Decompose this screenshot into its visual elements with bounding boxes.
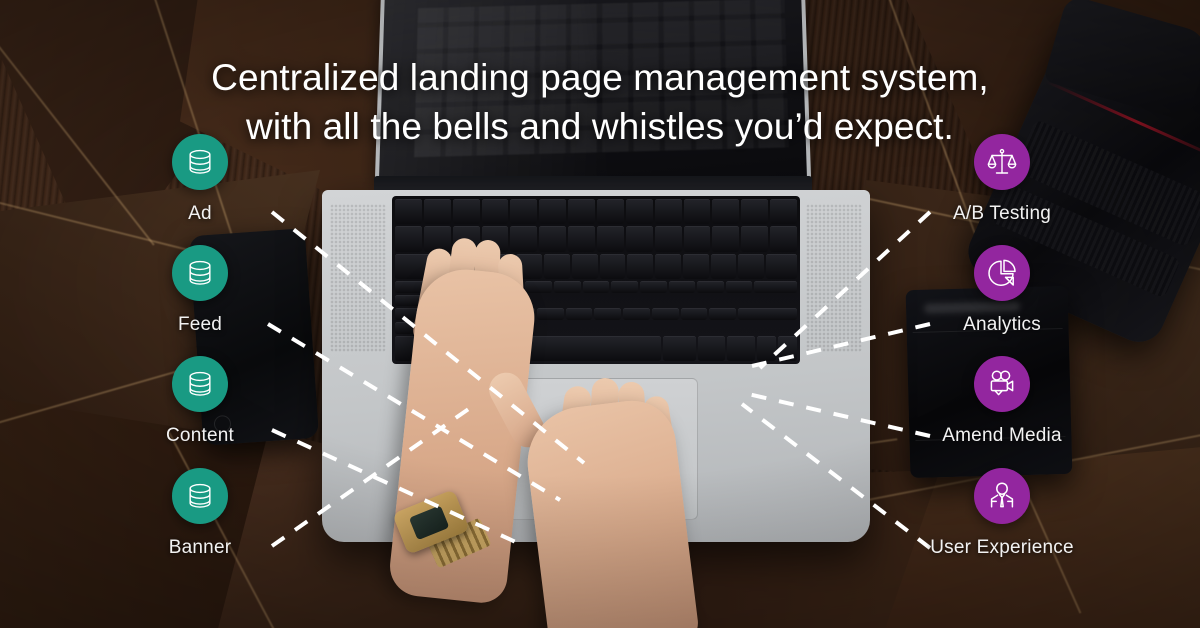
keyboard-key[interactable]	[654, 199, 682, 225]
keyboard-key[interactable]	[539, 199, 567, 225]
feature-node-amend-media[interactable]: Amend Media	[912, 356, 1092, 447]
keyboard-key[interactable]	[766, 253, 797, 279]
keyboard-key[interactable]	[597, 226, 624, 252]
keyboard-key[interactable]	[623, 308, 650, 320]
keyboard-key[interactable]	[741, 226, 769, 252]
keyboard-key[interactable]	[683, 226, 711, 252]
database-icon[interactable]	[172, 134, 228, 190]
keyboard-key[interactable]	[654, 226, 682, 252]
keyboard-key[interactable]	[738, 308, 797, 320]
keyboard-key[interactable]	[510, 226, 538, 252]
keyboard-key[interactable]	[452, 199, 480, 225]
keyboard-key[interactable]	[651, 308, 679, 320]
feature-label: Amend Media	[942, 425, 1062, 446]
database-icon[interactable]	[172, 356, 228, 412]
keyboard-key[interactable]	[597, 199, 624, 225]
keyboard-key[interactable]	[697, 281, 724, 293]
feature-label: Analytics	[963, 314, 1041, 335]
keyboard-key[interactable]	[710, 253, 737, 279]
keyboard-key[interactable]	[625, 199, 653, 225]
keyboard-key[interactable]	[668, 281, 696, 293]
movie-camera-icon[interactable]	[974, 356, 1030, 412]
keyboard-key[interactable]	[697, 335, 726, 361]
keyboard-key[interactable]	[680, 308, 708, 320]
laptop-speaker-left	[330, 204, 386, 352]
keyboard-key[interactable]	[481, 199, 509, 225]
keyboard-key[interactable]	[568, 199, 595, 225]
feature-node-analytics[interactable]: Analytics	[912, 245, 1092, 336]
keyboard-key[interactable]	[599, 253, 626, 279]
keyboard-key[interactable]	[770, 226, 797, 252]
keyboard-key[interactable]	[544, 253, 570, 279]
keyboard-key[interactable]	[625, 226, 653, 252]
keyboard-key[interactable]	[423, 199, 451, 225]
keyboard-key[interactable]	[565, 308, 593, 320]
keyboard-key[interactable]	[554, 281, 581, 293]
keyboard-key[interactable]	[594, 308, 622, 320]
keyboard-key[interactable]	[770, 199, 797, 225]
keyboard-key[interactable]	[539, 226, 567, 252]
watch-face	[408, 505, 450, 541]
feature-node-ad[interactable]: Ad	[110, 134, 290, 225]
keyboard-key[interactable]	[611, 281, 638, 293]
keyboard-key[interactable]	[582, 281, 610, 293]
balance-scale-icon[interactable]	[974, 134, 1030, 190]
keyboard-key[interactable]	[518, 335, 661, 361]
keyboard-key[interactable]	[727, 335, 755, 361]
keyboard-key[interactable]	[627, 253, 654, 279]
keyboard-key[interactable]	[738, 253, 765, 279]
keyboard-key[interactable]	[683, 199, 711, 225]
feature-node-banner[interactable]: Banner	[110, 468, 290, 559]
feature-label: Ad	[188, 203, 212, 224]
pie-chart-icon[interactable]	[974, 245, 1030, 301]
feature-node-a-b-testing[interactable]: A/B Testing	[912, 134, 1092, 225]
keyboard-key[interactable]	[712, 226, 740, 252]
keyboard-key[interactable]	[395, 226, 422, 252]
keyboard-key[interactable]	[709, 308, 737, 320]
hero-banner: Centralized landing page management syst…	[0, 0, 1200, 628]
feature-node-feed[interactable]: Feed	[110, 245, 290, 336]
database-icon[interactable]	[172, 468, 228, 524]
keyboard-key[interactable]	[725, 281, 753, 293]
feature-label: Banner	[168, 537, 232, 558]
keyboard-key[interactable]	[568, 226, 595, 252]
keyboard-key[interactable]	[571, 253, 598, 279]
keyboard-row	[395, 199, 797, 225]
keyboard-key[interactable]	[756, 335, 776, 361]
feature-node-content[interactable]: Content	[110, 356, 290, 447]
feature-label: Feed	[177, 314, 223, 335]
feature-label: Content	[166, 425, 234, 446]
right-hand	[521, 395, 701, 628]
keyboard-key[interactable]	[395, 199, 422, 225]
keyboard-key[interactable]	[525, 281, 553, 293]
keyboard-key[interactable]	[655, 253, 681, 279]
keyboard-key[interactable]	[712, 199, 740, 225]
feature-label: A/B Testing	[953, 203, 1051, 224]
laptop-speaker-right	[806, 204, 862, 352]
keyboard-key[interactable]	[682, 253, 709, 279]
person-tie-icon[interactable]	[974, 468, 1030, 524]
keyboard-key[interactable]	[754, 281, 797, 293]
keyboard-key[interactable]	[510, 199, 538, 225]
database-icon[interactable]	[172, 245, 228, 301]
keyboard-key[interactable]	[741, 199, 769, 225]
keyboard-key[interactable]	[662, 335, 696, 361]
keyboard-key[interactable]	[777, 335, 797, 361]
keyboard-key[interactable]	[639, 281, 667, 293]
keyboard-key[interactable]	[536, 308, 564, 320]
feature-node-user-experience[interactable]: User Experience	[912, 468, 1092, 559]
feature-label: User Experience	[930, 537, 1074, 558]
